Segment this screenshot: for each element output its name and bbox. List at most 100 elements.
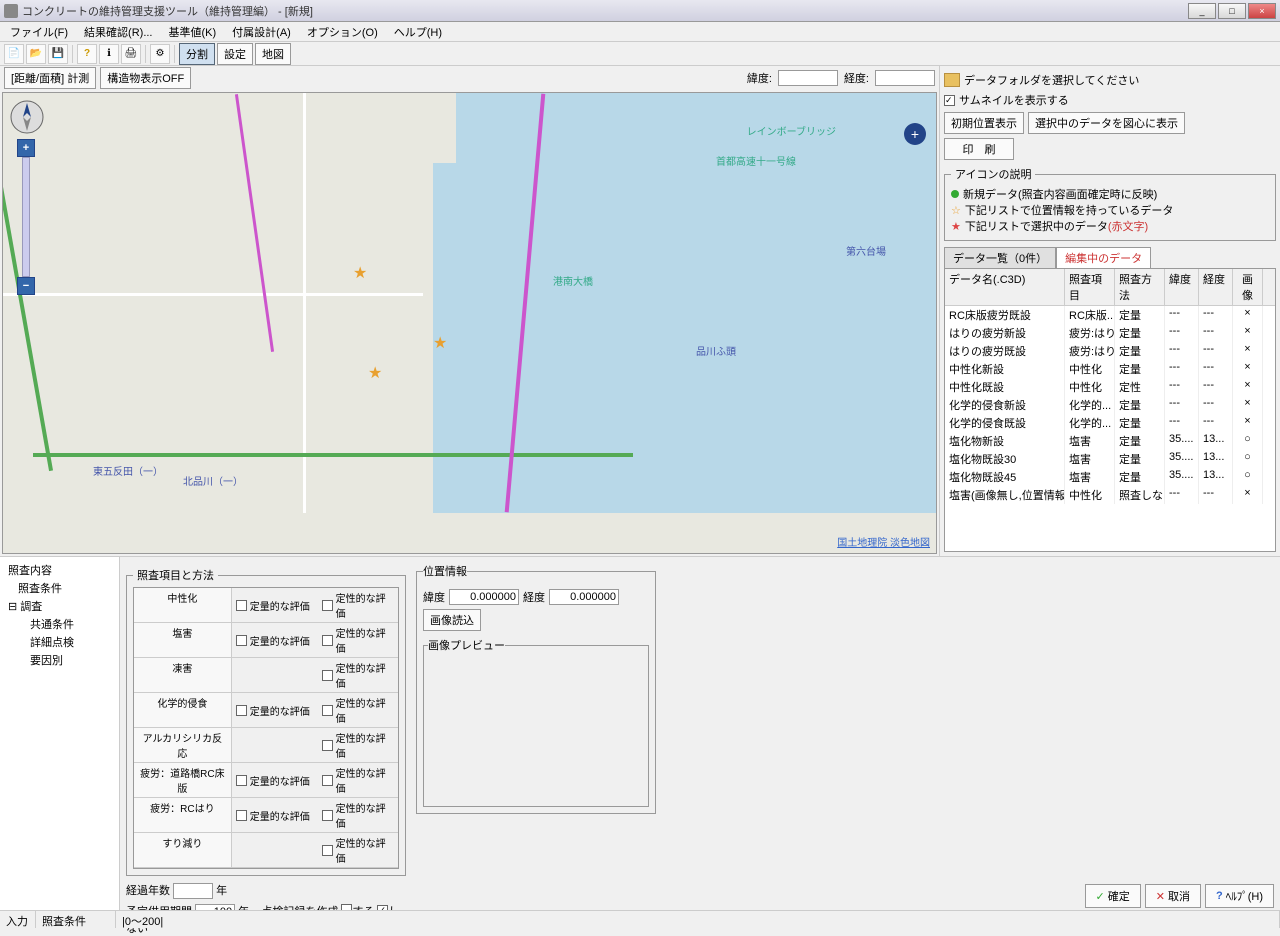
tb-config-toggle[interactable]: 設定 — [217, 43, 253, 65]
quant-checkbox[interactable] — [236, 600, 247, 611]
tb-open-icon[interactable]: 📂 — [26, 44, 46, 64]
qual-checkbox[interactable] — [322, 740, 333, 751]
table-row[interactable]: RC床版疲労既設RC床版...定量------× — [945, 306, 1275, 324]
zoom-slider[interactable] — [22, 157, 30, 277]
measure-button[interactable]: [距離/面積] 計測 — [4, 67, 96, 89]
tb-help-icon[interactable]: ? — [77, 44, 97, 64]
menu-options[interactable]: オプション(O) — [301, 22, 384, 42]
col-item[interactable]: 照査項目 — [1065, 269, 1115, 305]
load-image-button[interactable]: 画像読込 — [423, 609, 481, 631]
label-rainbow: レインボーブリッジ — [747, 123, 836, 138]
tree-pane: 照査内容 照査条件 ⊟ 調査 共通条件 詳細点検 要因別 — [0, 557, 120, 926]
qual-checkbox[interactable] — [322, 670, 333, 681]
ok-button[interactable]: ✓確定 — [1085, 884, 1141, 908]
status-mode: 入力 — [0, 911, 36, 928]
tb-sep — [72, 45, 73, 63]
tree-survey[interactable]: ⊟ 調査 — [4, 597, 115, 615]
col-image[interactable]: 画像 — [1233, 269, 1263, 305]
tree-shosa[interactable]: 照査内容 — [4, 561, 115, 579]
tree-conditions[interactable]: 照査条件 — [4, 579, 115, 597]
tb-save-icon[interactable]: 💾 — [48, 44, 68, 64]
marker-star-icon[interactable]: ★ — [433, 333, 449, 349]
tree-common[interactable]: 共通条件 — [4, 615, 115, 633]
marker-star-icon[interactable]: ★ — [353, 263, 369, 279]
dot-green-icon — [951, 190, 959, 198]
menu-results[interactable]: 結果確認(R)... — [78, 22, 158, 42]
check-row-label: 化学的侵食 — [134, 693, 232, 727]
lat-input[interactable] — [778, 70, 838, 86]
center-selected-button[interactable]: 選択中のデータを図心に表示 — [1028, 112, 1185, 134]
zoom-in-button[interactable]: + — [17, 139, 35, 157]
compass-icon[interactable] — [9, 99, 45, 135]
table-row[interactable]: 塩化物新設塩害定量35....13...○ — [945, 432, 1275, 450]
preview-title: 画像プレビュー — [428, 637, 505, 653]
table-row[interactable]: 中性化新設中性化定量------× — [945, 360, 1275, 378]
tb-new-icon[interactable]: 📄 — [4, 44, 24, 64]
table-row[interactable]: 塩害(画像無し,位置情報有り)中性化照査しない------× — [945, 486, 1275, 504]
tab-editing[interactable]: 編集中のデータ — [1056, 247, 1151, 268]
qual-checkbox[interactable] — [322, 810, 333, 821]
map-attribution[interactable]: 国土地理院 淡色地図 — [837, 534, 930, 549]
tb-sep2 — [145, 45, 146, 63]
quant-checkbox[interactable] — [236, 810, 247, 821]
quant-checkbox[interactable] — [236, 635, 247, 646]
folder-icon[interactable] — [944, 73, 960, 87]
table-row[interactable]: 中性化既設中性化定性------× — [945, 378, 1275, 396]
minimize-button[interactable]: _ — [1188, 3, 1216, 19]
tb-info-icon[interactable]: ℹ — [99, 44, 119, 64]
icon-legend-fieldset: アイコンの説明 新規データ(照査内容画面確定時に反映) ☆下記リストで位置情報を… — [944, 166, 1276, 241]
col-lon[interactable]: 経度 — [1199, 269, 1233, 305]
zoom-control: + − — [17, 139, 35, 295]
cancel-button[interactable]: ✕取消 — [1145, 884, 1201, 908]
table-row[interactable]: 塩化物既設45塩害定量35....13...○ — [945, 468, 1275, 486]
status-range: |0～200| — [116, 911, 1280, 928]
loc-lon-input[interactable] — [549, 589, 619, 605]
initial-pos-button[interactable]: 初期位置表示 — [944, 112, 1024, 134]
close-button[interactable]: × — [1248, 3, 1276, 19]
table-row[interactable]: 化学的侵食既設化学的...定量------× — [945, 414, 1275, 432]
quant-checkbox[interactable] — [236, 775, 247, 786]
table-row[interactable]: 塩化物既設30塩害定量35....13...○ — [945, 450, 1275, 468]
menu-file[interactable]: ファイル(F) — [4, 22, 74, 42]
check-row-label: 疲労：RCはり — [134, 798, 232, 832]
tree-detail[interactable]: 詳細点検 — [4, 633, 115, 651]
check-items-fieldset: 照査項目と方法 中性化 定量的な評価 定性的な評価塩害 定量的な評価 定性的な評… — [126, 567, 406, 876]
menu-help[interactable]: ヘルプ(H) — [388, 22, 448, 42]
tb-print-icon[interactable]: 🖨 — [121, 44, 141, 64]
help-button[interactable]: ?ﾍﾙﾌﾟ(H) — [1205, 884, 1274, 908]
maximize-button[interactable]: □ — [1218, 3, 1246, 19]
zoom-out-button[interactable]: − — [17, 277, 35, 295]
qual-checkbox[interactable] — [322, 845, 333, 856]
tb-map-toggle[interactable]: 地図 — [255, 43, 291, 65]
thumbnail-checkbox[interactable] — [944, 95, 955, 106]
col-method[interactable]: 照査方法 — [1115, 269, 1165, 305]
tab-data-list[interactable]: データ一覧（0件） — [944, 247, 1056, 268]
qual-checkbox[interactable] — [322, 635, 333, 646]
structure-toggle-button[interactable]: 構造物表示OFF — [100, 67, 191, 89]
qual-checkbox[interactable] — [322, 705, 333, 716]
col-name[interactable]: データ名(.C3D) — [945, 269, 1065, 305]
tb-split-toggle[interactable]: 分割 — [179, 43, 215, 65]
thumbnail-label: サムネイルを表示する — [959, 92, 1069, 108]
lon-input[interactable] — [875, 70, 935, 86]
print-button[interactable]: 印 刷 — [944, 138, 1014, 160]
marker-star-icon[interactable]: ★ — [368, 363, 384, 379]
table-row[interactable]: 化学的侵食新設化学的...定量------× — [945, 396, 1275, 414]
data-list-table[interactable]: データ名(.C3D) 照査項目 照査方法 緯度 経度 画像 RC床版疲労既設RC… — [944, 268, 1276, 552]
tree-cause[interactable]: 要因別 — [4, 651, 115, 669]
col-lat[interactable]: 緯度 — [1165, 269, 1199, 305]
menu-standards[interactable]: 基準値(K) — [163, 22, 223, 42]
map-canvas[interactable]: レインボーブリッジ 首都高速十一号線 第六台場 港南大橋 北品川（一） 東五反田… — [2, 92, 937, 554]
label-shuto: 首都高速十一号線 — [716, 153, 796, 168]
quant-checkbox[interactable] — [236, 705, 247, 716]
tb-settings-icon[interactable]: ⚙ — [150, 44, 170, 64]
add-pin-button[interactable]: + — [904, 123, 926, 145]
qual-checkbox[interactable] — [322, 775, 333, 786]
qual-checkbox[interactable] — [322, 600, 333, 611]
table-row[interactable]: はりの疲労新設疲労:はり定量------× — [945, 324, 1275, 342]
years-unit: 年 — [216, 885, 227, 897]
loc-lat-input[interactable] — [449, 589, 519, 605]
table-row[interactable]: はりの疲労既設疲労:はり定量------× — [945, 342, 1275, 360]
years-input[interactable] — [173, 883, 213, 899]
menu-attached[interactable]: 付属設計(A) — [226, 22, 297, 42]
